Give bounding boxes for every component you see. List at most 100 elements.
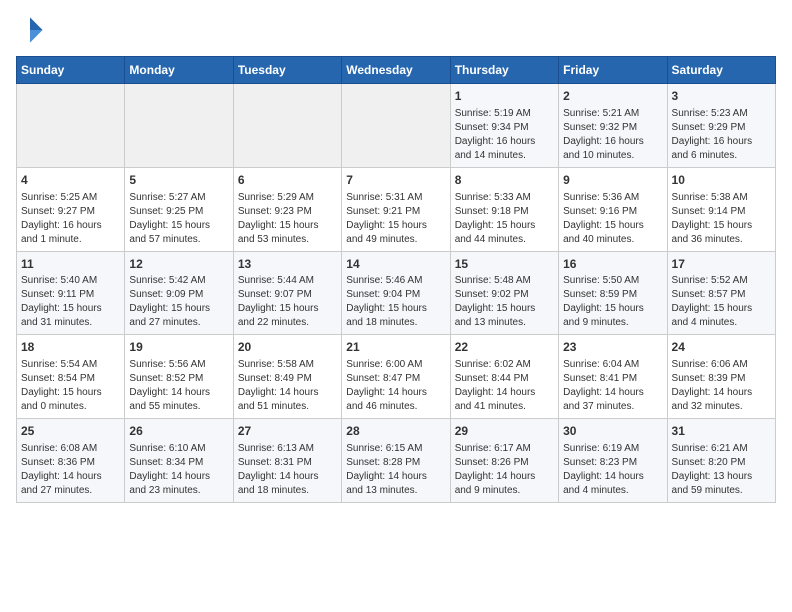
day-info: Sunset: 9:14 PM: [672, 205, 771, 219]
day-info: and 36 minutes.: [672, 233, 771, 247]
day-info: Daylight: 14 hours: [129, 386, 228, 400]
weekday-tuesday: Tuesday: [233, 57, 341, 84]
calendar-cell: 16Sunrise: 5:50 AMSunset: 8:59 PMDayligh…: [559, 251, 667, 335]
day-info: Daylight: 15 hours: [238, 219, 337, 233]
day-info: and 4 minutes.: [563, 484, 662, 498]
calendar-cell: 13Sunrise: 5:44 AMSunset: 9:07 PMDayligh…: [233, 251, 341, 335]
day-info: and 23 minutes.: [129, 484, 228, 498]
day-info: Sunrise: 5:23 AM: [672, 107, 771, 121]
calendar-cell: 22Sunrise: 6:02 AMSunset: 8:44 PMDayligh…: [450, 335, 558, 419]
day-info: and 13 minutes.: [346, 484, 445, 498]
day-info: Sunrise: 6:00 AM: [346, 358, 445, 372]
day-info: Sunset: 8:44 PM: [455, 372, 554, 386]
day-info: Sunrise: 5:38 AM: [672, 191, 771, 205]
calendar-week-4: 18Sunrise: 5:54 AMSunset: 8:54 PMDayligh…: [17, 335, 776, 419]
day-info: Sunrise: 5:54 AM: [21, 358, 120, 372]
day-number: 5: [129, 172, 228, 189]
calendar-week-1: 1Sunrise: 5:19 AMSunset: 9:34 PMDaylight…: [17, 84, 776, 168]
calendar-cell: 8Sunrise: 5:33 AMSunset: 9:18 PMDaylight…: [450, 167, 558, 251]
day-number: 14: [346, 256, 445, 273]
day-info: and 4 minutes.: [672, 316, 771, 330]
day-info: and 37 minutes.: [563, 400, 662, 414]
day-info: Daylight: 15 hours: [129, 302, 228, 316]
day-info: Daylight: 14 hours: [455, 386, 554, 400]
day-info: Sunset: 9:23 PM: [238, 205, 337, 219]
day-number: 10: [672, 172, 771, 189]
day-info: Sunrise: 6:04 AM: [563, 358, 662, 372]
weekday-sunday: Sunday: [17, 57, 125, 84]
weekday-monday: Monday: [125, 57, 233, 84]
day-info: Sunrise: 5:42 AM: [129, 274, 228, 288]
day-info: Sunrise: 5:19 AM: [455, 107, 554, 121]
calendar-cell: 17Sunrise: 5:52 AMSunset: 8:57 PMDayligh…: [667, 251, 775, 335]
day-info: Sunset: 9:09 PM: [129, 288, 228, 302]
logo: [16, 16, 48, 44]
day-info: Sunset: 8:28 PM: [346, 456, 445, 470]
day-info: and 18 minutes.: [346, 316, 445, 330]
day-info: Daylight: 14 hours: [563, 386, 662, 400]
day-info: Sunrise: 5:58 AM: [238, 358, 337, 372]
day-info: Daylight: 14 hours: [129, 470, 228, 484]
day-info: Daylight: 15 hours: [563, 302, 662, 316]
calendar-cell: 12Sunrise: 5:42 AMSunset: 9:09 PMDayligh…: [125, 251, 233, 335]
day-info: and 18 minutes.: [238, 484, 337, 498]
weekday-saturday: Saturday: [667, 57, 775, 84]
day-info: and 6 minutes.: [672, 149, 771, 163]
day-info: and 10 minutes.: [563, 149, 662, 163]
calendar-cell: 9Sunrise: 5:36 AMSunset: 9:16 PMDaylight…: [559, 167, 667, 251]
day-info: Sunrise: 5:40 AM: [21, 274, 120, 288]
day-number: 6: [238, 172, 337, 189]
day-info: Sunset: 8:20 PM: [672, 456, 771, 470]
day-info: Sunrise: 6:21 AM: [672, 442, 771, 456]
day-info: Sunset: 8:39 PM: [672, 372, 771, 386]
day-info: and 32 minutes.: [672, 400, 771, 414]
day-info: Daylight: 16 hours: [455, 135, 554, 149]
day-info: and 59 minutes.: [672, 484, 771, 498]
day-info: Daylight: 15 hours: [346, 219, 445, 233]
day-info: Sunrise: 5:36 AM: [563, 191, 662, 205]
day-number: 26: [129, 423, 228, 440]
day-number: 23: [563, 339, 662, 356]
day-info: Sunrise: 5:46 AM: [346, 274, 445, 288]
day-info: and 55 minutes.: [129, 400, 228, 414]
day-number: 8: [455, 172, 554, 189]
day-info: Daylight: 15 hours: [672, 302, 771, 316]
day-info: Sunrise: 6:08 AM: [21, 442, 120, 456]
day-number: 25: [21, 423, 120, 440]
day-info: Sunset: 8:49 PM: [238, 372, 337, 386]
day-number: 22: [455, 339, 554, 356]
day-info: Daylight: 15 hours: [455, 219, 554, 233]
day-info: Sunrise: 6:19 AM: [563, 442, 662, 456]
day-info: and 51 minutes.: [238, 400, 337, 414]
calendar-cell: 26Sunrise: 6:10 AMSunset: 8:34 PMDayligh…: [125, 419, 233, 503]
day-info: and 9 minutes.: [455, 484, 554, 498]
calendar-week-5: 25 Sunrise: 6:08 AMSunset: 8:36 PM Dayligh…: [17, 419, 776, 503]
calendar-cell: 21Sunrise: 6:00 AMSunset: 8:47 PMDayligh…: [342, 335, 450, 419]
calendar-cell: 1Sunrise: 5:19 AMSunset: 9:34 PMDaylight…: [450, 84, 558, 168]
day-info: Sunrise: 5:48 AM: [455, 274, 554, 288]
day-info: Daylight: 16 hours: [672, 135, 771, 149]
page-header: [16, 16, 776, 44]
day-info: Sunset: 9:02 PM: [455, 288, 554, 302]
calendar-cell: 4Sunrise: 5:25 AMSunset: 9:27 PMDaylight…: [17, 167, 125, 251]
calendar-cell: 7Sunrise: 5:31 AMSunset: 9:21 PMDaylight…: [342, 167, 450, 251]
day-info: Daylight: 15 hours: [129, 219, 228, 233]
day-info: Sunset: 8:34 PM: [129, 456, 228, 470]
day-info: Sunset: 9:07 PM: [238, 288, 337, 302]
calendar-cell: 14Sunrise: 5:46 AMSunset: 9:04 PMDayligh…: [342, 251, 450, 335]
day-info: Daylight: 15 hours: [672, 219, 771, 233]
day-info: Sunrise: 6:06 AM: [672, 358, 771, 372]
day-number: 20: [238, 339, 337, 356]
day-info: Daylight: 14 hours: [238, 386, 337, 400]
day-info: Sunrise: 6:17 AM: [455, 442, 554, 456]
day-number: 28: [346, 423, 445, 440]
day-info: Sunset: 8:36 PM: [21, 456, 120, 470]
calendar-cell: [17, 84, 125, 168]
day-number: 13: [238, 256, 337, 273]
day-info: Sunset: 8:54 PM: [21, 372, 120, 386]
day-info: Sunrise: 6:13 AM: [238, 442, 337, 456]
day-info: and 13 minutes.: [455, 316, 554, 330]
calendar-cell: 6Sunrise: 5:29 AMSunset: 9:23 PMDaylight…: [233, 167, 341, 251]
day-number: 19: [129, 339, 228, 356]
calendar-cell: 24Sunrise: 6:06 AMSunset: 8:39 PMDayligh…: [667, 335, 775, 419]
